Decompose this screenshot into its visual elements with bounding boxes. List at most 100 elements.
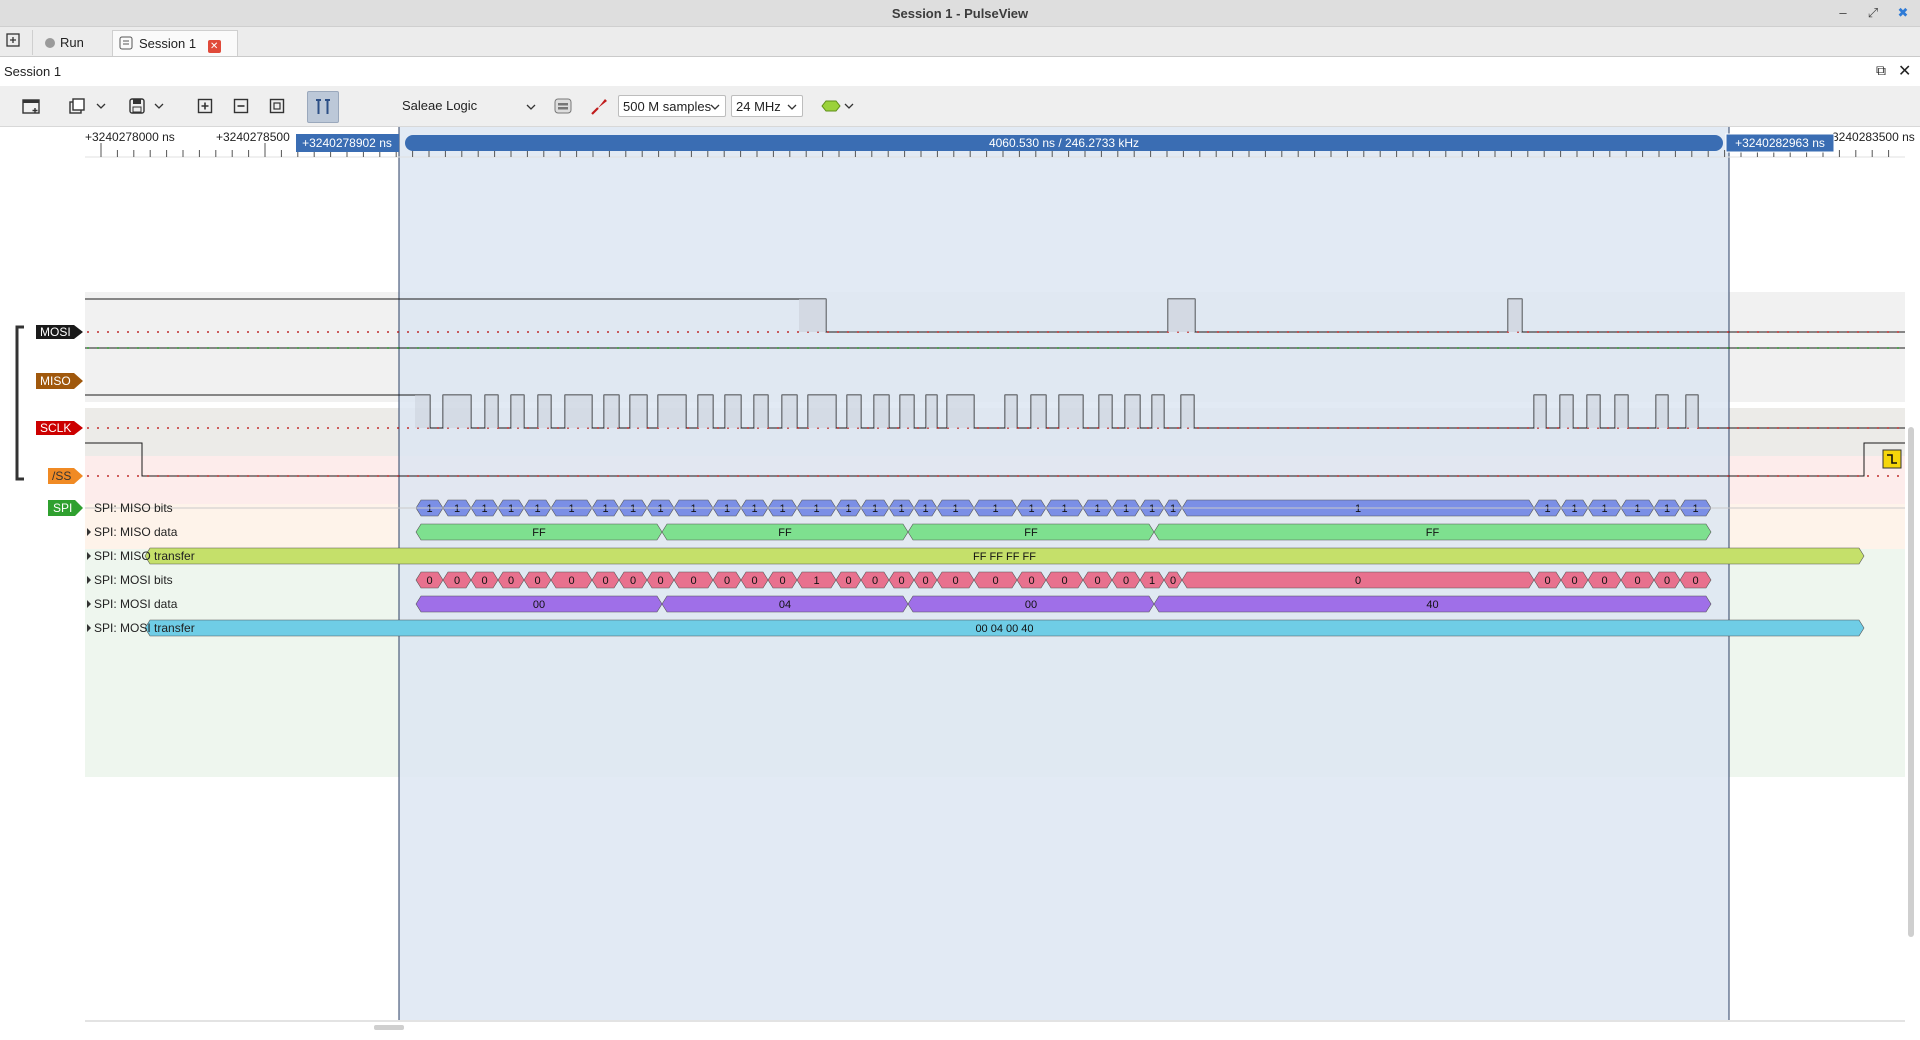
channel-label-mosi[interactable]: MOSI	[36, 325, 83, 339]
sample-dot	[1467, 475, 1469, 477]
sample-dot	[267, 475, 269, 477]
zoom-out-button[interactable]	[228, 93, 254, 119]
new-view-button[interactable]	[18, 93, 44, 119]
sample-dot	[117, 475, 119, 477]
close-session-icon[interactable]: ✕	[1898, 61, 1911, 81]
sample-dot	[287, 427, 289, 429]
decoder-row-label: SPI: MOSI transfer	[94, 621, 195, 635]
miso-bit-label: 1	[1149, 503, 1155, 515]
probe-config-button[interactable]	[586, 93, 612, 119]
close-tab-icon[interactable]: ✕	[207, 40, 221, 53]
mosi-bit-label: 0	[898, 575, 904, 587]
device-dropdown-icon[interactable]	[526, 99, 536, 113]
show-cursors-button[interactable]	[307, 91, 339, 123]
sample-dot	[437, 427, 439, 429]
sample-dot	[1647, 427, 1649, 429]
sample-dot	[1117, 475, 1119, 477]
open-dropdown-icon[interactable]	[94, 93, 108, 119]
mosi-bit-label: 0	[426, 575, 432, 587]
sample-dot	[527, 427, 529, 429]
undock-icon[interactable]: ⧉	[1876, 62, 1886, 79]
channel-label-ss[interactable]: /SS	[48, 468, 83, 484]
channel-name: MOSI	[40, 325, 71, 339]
sample-dot	[897, 475, 899, 477]
decoder-row-label: SPI: MOSI bits	[94, 573, 173, 587]
miso-bit-label: 1	[657, 503, 663, 515]
horizontal-scrollbar[interactable]	[374, 1025, 404, 1030]
sample-dot	[1787, 331, 1789, 333]
sample-dot	[207, 331, 209, 333]
sample-dot	[727, 331, 729, 333]
tab-run[interactable]: Run	[32, 30, 118, 55]
decoder-badge-spi[interactable]: SPI	[48, 500, 83, 516]
sample-dot	[997, 475, 999, 477]
sample-dot	[1257, 331, 1259, 333]
sample-dot	[1777, 475, 1779, 477]
sample-dot	[1677, 475, 1679, 477]
sample-dot	[187, 331, 189, 333]
sample-dot	[267, 331, 269, 333]
sample-dot	[937, 427, 939, 429]
sample-dot	[257, 331, 259, 333]
miso-byte-label: FF	[778, 527, 792, 539]
sample-dot	[1327, 331, 1329, 333]
sample-dot	[697, 331, 699, 333]
miso-transfer-label: FF FF FF FF	[973, 551, 1036, 563]
device-selector[interactable]: Saleae Logic	[402, 98, 477, 113]
sample-dot	[1237, 331, 1239, 333]
close-window-icon[interactable]: ✖	[1894, 4, 1912, 22]
channel-label-sclk[interactable]: SCLK	[36, 421, 83, 435]
device-config-button[interactable]	[550, 93, 576, 119]
new-session-button[interactable]	[6, 30, 24, 55]
sample-dot	[1697, 475, 1699, 477]
trace-canvas[interactable]: +3240278000 ns +3240278500 3240283500 ns…	[0, 127, 1920, 1040]
sample-dot	[217, 475, 219, 477]
tab-session[interactable]: Session 1 ✕	[112, 30, 238, 56]
sample-dot	[1587, 475, 1589, 477]
miso-bit-label: 1	[1028, 503, 1034, 515]
sample-dot	[1157, 475, 1159, 477]
sample-dot	[597, 475, 599, 477]
sample-dot	[1127, 475, 1129, 477]
sample-dot	[207, 475, 209, 477]
decoder-badge-label: SPI	[53, 501, 72, 515]
minimize-icon[interactable]: –	[1834, 4, 1852, 22]
sample-dot	[1437, 427, 1439, 429]
sample-dot	[1407, 475, 1409, 477]
sample-dot	[757, 475, 759, 477]
restore-icon[interactable]: ⤢	[1864, 4, 1882, 22]
sample-dot	[1467, 427, 1469, 429]
open-button[interactable]	[64, 93, 90, 119]
vertical-scrollbar[interactable]	[1908, 427, 1914, 937]
zoom-in-icon	[197, 98, 213, 114]
sample-dot	[747, 331, 749, 333]
zoom-fit-button[interactable]	[264, 93, 290, 119]
zoom-in-button[interactable]	[192, 93, 218, 119]
sample-dot	[1377, 331, 1379, 333]
sample-count-select[interactable]: 500 M samples	[618, 95, 726, 117]
miso-bit-label: 1	[952, 503, 958, 515]
sample-dot	[1267, 475, 1269, 477]
channel-label-miso[interactable]: MISO	[36, 373, 83, 389]
sample-dot	[797, 475, 799, 477]
trace-view[interactable]: +3240278000 ns +3240278500 3240283500 ns…	[0, 127, 1920, 1040]
sample-dot	[1007, 331, 1009, 333]
sample-dot	[1097, 427, 1099, 429]
samplerate-select[interactable]: 24 MHz	[731, 95, 803, 117]
sample-dot	[667, 475, 669, 477]
sample-dot	[167, 331, 169, 333]
sample-dot	[1487, 331, 1489, 333]
sample-dot	[477, 475, 479, 477]
sample-dot	[1747, 331, 1749, 333]
miso-bit-label: 1	[813, 503, 819, 515]
sample-dot	[1397, 475, 1399, 477]
save-button[interactable]	[124, 93, 150, 119]
add-decoder-button[interactable]	[818, 93, 856, 119]
sample-dot	[407, 331, 409, 333]
sample-dot	[1297, 331, 1299, 333]
sample-dot	[1197, 475, 1199, 477]
sample-dot	[347, 427, 349, 429]
sample-dot	[847, 331, 849, 333]
sample-dot	[357, 331, 359, 333]
save-dropdown-icon[interactable]	[152, 93, 166, 119]
